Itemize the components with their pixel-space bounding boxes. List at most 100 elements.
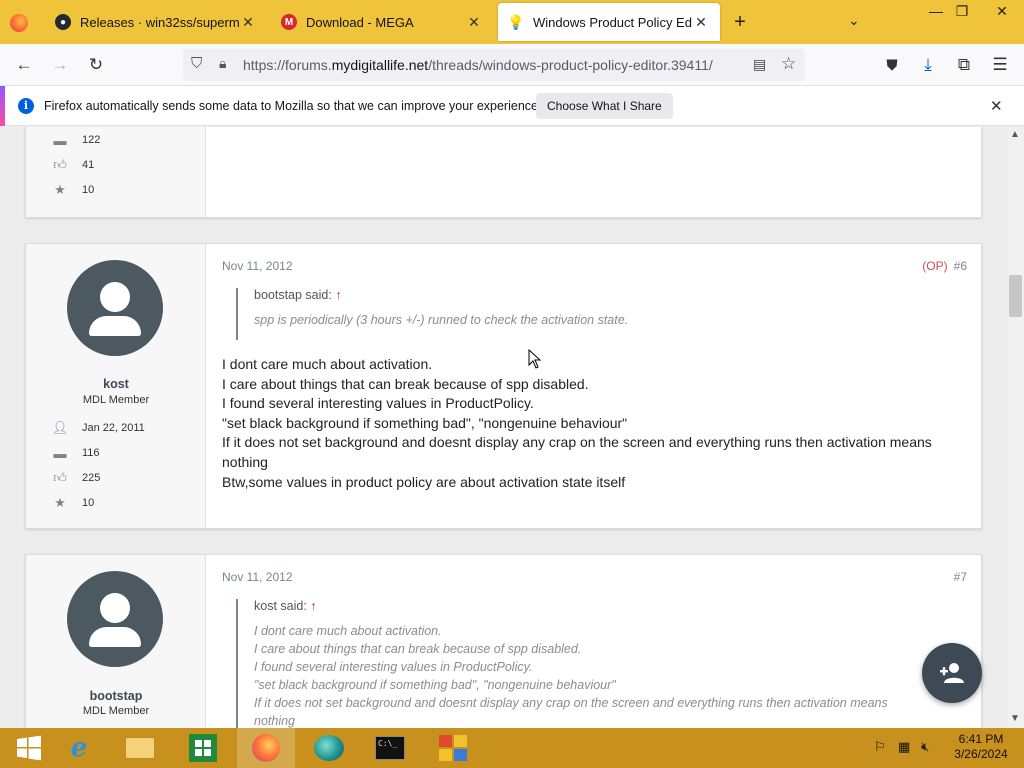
stat-points: ★ 10 <box>51 495 94 510</box>
quote-author[interactable]: kost said: ↑ <box>254 599 888 613</box>
reader-view-icon[interactable]: ▤ <box>753 56 766 73</box>
taskbar-store[interactable] <box>174 728 232 768</box>
pocket-icon[interactable]: ⛊ <box>879 52 905 78</box>
lock-icon[interactable]: 🔒︎ <box>219 55 226 72</box>
taskbar-file-explorer[interactable] <box>111 728 169 768</box>
internet-explorer-icon: e <box>70 733 88 763</box>
quote-line: If it does not set background and doesnt… <box>254 696 888 710</box>
username[interactable]: bootstap <box>26 689 206 703</box>
taskbar-command-prompt[interactable]: C:\_ <box>361 728 419 768</box>
quote-line: nothing <box>254 714 296 728</box>
info-icon: i <box>18 98 34 114</box>
body-line: If it does not set background and doesnt… <box>222 434 932 470</box>
store-icon <box>189 734 217 762</box>
stat-joined: 👤︎ Jan 22, 2011 <box>51 420 145 435</box>
taskbar: e C:\_ ⚐ ▦ 🔇︎ 6:41 PM 3/26/2024 <box>0 728 1024 768</box>
forward-icon[interactable]: → <box>47 52 73 78</box>
system-clock[interactable]: 6:41 PM 3/26/2024 <box>946 732 1016 762</box>
tab-product-policy-editor[interactable]: 💡 Windows Product Policy Editor ✕ <box>498 3 720 41</box>
user-role: MDL Member <box>82 394 150 406</box>
mega-icon: M <box>281 14 297 30</box>
avatar[interactable] <box>67 571 163 667</box>
url-bar[interactable]: ⛉ 🔒︎ https://forums.mydigitallife.net/th… <box>183 49 805 81</box>
post-date[interactable]: Nov 11, 2012 <box>222 259 293 273</box>
choose-what-i-share-button[interactable]: Choose What I Share <box>536 93 673 119</box>
user-panel: kost MDL Member 👤︎ Jan 22, 2011 ▬ 116 👍︎ 22… <box>26 244 206 528</box>
folder-icon <box>125 737 155 759</box>
action-center-flag-icon[interactable]: ⚐ <box>874 739 886 755</box>
taskbar-internet-explorer[interactable]: e <box>50 728 108 768</box>
jump-to-quote-icon[interactable]: ↑ <box>335 288 341 302</box>
quote-line: spp is periodically (3 hours +/-) runned… <box>254 313 629 327</box>
post-body: I dont care much about activation. I car… <box>222 355 962 492</box>
tab-mega[interactable]: M Download - MEGA ✕ <box>271 3 493 41</box>
clock-time: 6:41 PM <box>958 732 1004 746</box>
scrollbar-thumb[interactable] <box>1009 275 1022 317</box>
tab-title: Releases · win32ss/supermium <box>80 14 239 30</box>
downloads-icon[interactable]: ⤓ <box>915 52 941 78</box>
blockquote: kost said: ↑ I dont care much about acti… <box>236 599 888 728</box>
close-icon[interactable]: ✕ <box>465 14 483 31</box>
bookmark-star-icon[interactable]: ☆ <box>781 54 796 74</box>
blockquote: bootstap said: ↑ spp is periodically (3 … <box>236 288 628 340</box>
avatar-head <box>100 282 130 312</box>
thumbs-up-icon: 👍︎ <box>53 470 67 485</box>
close-icon[interactable]: ✕ <box>990 97 1003 115</box>
url-text[interactable]: https://forums.mydigitallife.net/threads… <box>243 57 713 73</box>
close-icon[interactable]: ✕ <box>692 14 710 31</box>
app-menu-icon[interactable]: ☰ <box>987 52 1013 78</box>
firefox-menu-icon[interactable] <box>10 14 28 32</box>
body-line: Btw,some values in product policy are ab… <box>222 473 626 490</box>
post-date[interactable]: Nov 11, 2012 <box>222 570 293 584</box>
follow-button[interactable] <box>922 643 982 703</box>
taskbar-firefox[interactable] <box>237 728 295 768</box>
new-tab-button[interactable]: + <box>728 10 752 34</box>
trophy-star-icon: ★ <box>54 495 66 510</box>
thumbs-up-icon: 👍︎ <box>53 157 67 172</box>
navigation-toolbar: ← → ↻ ⛉ 🔒︎ https://forums.mydigitallife.… <box>0 44 1024 86</box>
stat-messages: ▬ 122 <box>51 133 101 148</box>
post-number[interactable]: (OP) #6 <box>922 259 967 273</box>
body-line: I found several interesting values in Pr… <box>222 395 534 412</box>
firefox-icon <box>252 734 280 762</box>
volume-muted-icon[interactable]: 🔇︎ <box>921 739 929 755</box>
quote-line: "set black background if something bad",… <box>254 678 616 692</box>
windows-logo-icon <box>17 735 41 761</box>
post-6: kost MDL Member 👤︎ Jan 22, 2011 ▬ 116 👍︎ 22… <box>25 243 982 529</box>
back-icon[interactable]: ← <box>11 52 37 78</box>
scroll-down-icon[interactable]: ▼ <box>1010 713 1020 724</box>
quote-author[interactable]: bootstap said: ↑ <box>254 288 628 302</box>
restore-icon[interactable]: ❐ <box>945 0 979 24</box>
close-icon[interactable]: ✕ <box>239 14 257 31</box>
scroll-up-icon[interactable]: ▲ <box>1010 129 1020 140</box>
avatar[interactable] <box>67 260 163 356</box>
body-line: I care about things that can break becau… <box>222 375 589 392</box>
reload-icon[interactable]: ↻ <box>83 52 109 78</box>
mouse-cursor-icon <box>528 349 542 369</box>
quote-line: I dont care much about activation. <box>254 624 442 638</box>
lightbulb-icon: 💡 <box>507 13 525 30</box>
username[interactable]: kost <box>26 377 206 391</box>
extensions-icon[interactable]: ⧉ <box>951 52 977 78</box>
notification-accent <box>0 86 5 126</box>
window-close-icon[interactable]: ✕ <box>980 0 1024 24</box>
post-previous: ▬ 122 👍︎ 41 ★ 10 <box>25 127 982 218</box>
github-icon: ● <box>55 14 71 30</box>
control-panel-icon <box>439 735 467 761</box>
post-7: bootstap MDL Member Nov 11, 2012 #7 kost… <box>25 554 982 728</box>
tab-releases[interactable]: ● Releases · win32ss/supermium ✕ <box>45 3 267 41</box>
user-role: MDL Member <box>82 705 150 717</box>
network-icon[interactable]: ▦ <box>898 739 910 755</box>
stat-reactions: 👍︎ 41 <box>51 157 94 172</box>
tab-title: Windows Product Policy Editor <box>533 14 692 30</box>
list-all-tabs-icon[interactable]: ⌄ <box>848 12 860 29</box>
taskbar-app-globe[interactable] <box>300 728 358 768</box>
post-number[interactable]: #7 <box>954 570 967 584</box>
user-panel: bootstap MDL Member <box>26 555 206 728</box>
avatar-body <box>89 316 141 336</box>
tracking-shield-icon[interactable]: ⛉ <box>191 55 202 72</box>
jump-to-quote-icon[interactable]: ↑ <box>310 599 316 613</box>
page-scrollbar[interactable]: ▲ ▼ <box>1007 127 1024 728</box>
stat-points: ★ 10 <box>51 182 94 197</box>
taskbar-control-panel[interactable] <box>424 728 482 768</box>
